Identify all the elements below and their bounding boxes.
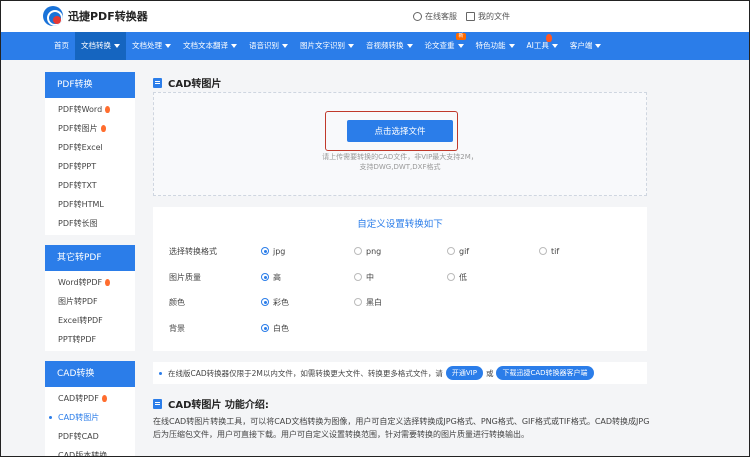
- sidebar-group-title: CAD转换: [45, 361, 135, 387]
- logo[interactable]: 迅捷PDF转换器: [43, 6, 148, 26]
- nav-ocr[interactable]: 图片文字识别: [294, 32, 360, 60]
- radio-color[interactable]: 彩色: [261, 295, 289, 309]
- sidebar-list: PDF转Word PDF转图片 PDF转Excel PDF转PPT PDF转TX…: [45, 98, 135, 235]
- radio-quality-high[interactable]: 高: [261, 270, 281, 284]
- radio-selected-icon: [261, 324, 269, 332]
- radio-jpg[interactable]: jpg: [261, 244, 285, 258]
- sidebar-list: CAD转PDF CAD转图片 PDF转CAD CAD版本转换: [45, 387, 135, 457]
- online-service-link[interactable]: 在线客服: [413, 11, 457, 22]
- quality-label: 图片质量: [169, 272, 201, 282]
- nav-doc-convert[interactable]: 文档转换: [75, 32, 126, 60]
- nav-translate[interactable]: 文档文本翻译: [177, 32, 243, 60]
- sidebar-item-ppt-to-pdf[interactable]: PPT转PDF: [45, 330, 135, 349]
- sidebar-item-pdf-to-txt[interactable]: PDF转TXT: [45, 176, 135, 195]
- radio-quality-medium[interactable]: 中: [354, 270, 374, 284]
- bullet-icon: [159, 371, 162, 375]
- new-badge: 新: [456, 33, 466, 40]
- radio-png[interactable]: png: [354, 244, 381, 258]
- radio-selected-icon: [261, 273, 269, 281]
- radio-bw[interactable]: 黑白: [354, 295, 382, 309]
- radio-bg-white[interactable]: 白色: [261, 321, 289, 335]
- my-files-link[interactable]: 我的文件: [466, 11, 510, 22]
- chevron-down-icon: [457, 44, 464, 48]
- settings-title: 自定义设置转换如下: [357, 219, 443, 230]
- sidebar-item-cad-to-image[interactable]: CAD转图片: [45, 408, 135, 427]
- chevron-down-icon: [348, 44, 354, 48]
- bg-label: 背景: [169, 323, 185, 333]
- fire-icon: [101, 395, 107, 402]
- sidebar-item-cad-to-pdf[interactable]: CAD转PDF: [45, 389, 135, 408]
- sidebar-item-pdf-to-cad[interactable]: PDF转CAD: [45, 427, 135, 446]
- radio-icon: [447, 247, 455, 255]
- sidebar-item-pdf-to-longimage[interactable]: PDF转长图: [45, 214, 135, 233]
- radio-icon: [539, 247, 547, 255]
- sidebar-list: Word转PDF 图片转PDF Excel转PDF PPT转PDF: [45, 271, 135, 351]
- chevron-down-icon: [282, 44, 288, 48]
- sidebar-item-pdf-to-word[interactable]: PDF转Word: [45, 100, 135, 119]
- select-file-button[interactable]: 点击选择文件: [347, 120, 453, 142]
- sidebar-item-pdf-to-html[interactable]: PDF转HTML: [45, 195, 135, 214]
- radio-gif[interactable]: gif: [447, 244, 469, 258]
- document-icon: [466, 12, 475, 21]
- nav-ai-tools[interactable]: AI工具: [521, 32, 564, 60]
- download-client-button[interactable]: 下载迅捷CAD转换器客户端: [496, 366, 594, 380]
- radio-selected-icon: [261, 298, 269, 306]
- sidebar-item-word-to-pdf[interactable]: Word转PDF: [45, 273, 135, 292]
- fire-icon: [100, 125, 106, 132]
- sidebar-item-image-to-pdf[interactable]: 图片转PDF: [45, 292, 135, 311]
- upload-hint: 请上传需要转换的CAD文件，非VIP最大支持2M， 支持DWG,DWT,DXF格…: [322, 153, 478, 171]
- sidebar-group-title: PDF转换: [45, 72, 135, 98]
- top-header: 迅捷PDF转换器 在线客服 我的文件: [0, 0, 750, 32]
- nav-client[interactable]: 客户端: [564, 32, 608, 60]
- sidebar-item-excel-to-pdf[interactable]: Excel转PDF: [45, 311, 135, 330]
- settings-panel: 自定义设置转换如下 选择转换格式 jpg png gif tif 图片质量 高 …: [153, 207, 647, 351]
- logo-text: 迅捷PDF转换器: [68, 10, 148, 23]
- nav-features[interactable]: 特色功能: [470, 32, 521, 60]
- chevron-down-icon: [165, 44, 171, 48]
- logo-icon: [43, 6, 63, 26]
- chevron-down-icon: [406, 44, 413, 48]
- radio-quality-low[interactable]: 低: [447, 270, 467, 284]
- sidebar-item-cad-version[interactable]: CAD版本转换: [45, 446, 135, 457]
- notice-bar: 在线版CAD转换器仅限于2M以内文件，如需转换更大文件、转换更多格式文件，请 开…: [153, 362, 647, 384]
- radio-selected-icon: [261, 247, 269, 255]
- radio-icon: [354, 247, 362, 255]
- color-label: 颜色: [169, 297, 185, 307]
- sidebar-group-title: 其它转PDF: [45, 245, 135, 271]
- radio-icon: [354, 273, 362, 281]
- radio-icon: [447, 273, 455, 281]
- sidebar-item-pdf-to-excel[interactable]: PDF转Excel: [45, 138, 135, 157]
- fire-icon: [545, 34, 552, 42]
- file-icon: [153, 77, 162, 88]
- chevron-down-icon: [551, 44, 558, 48]
- intro-title: CAD转图片 功能介绍:: [153, 396, 269, 411]
- info-icon: [153, 398, 162, 409]
- intro-text: 在线CAD转图片转换工具，可以将CAD文档转换为图像，用户可自定义选择转换成JP…: [153, 417, 650, 439]
- main-nav: 首页 文档转换 文档处理 文档文本翻译 语音识别 图片文字识别 音视频转换 论文…: [0, 32, 750, 60]
- nav-paper-check[interactable]: 论文查重新: [419, 32, 470, 60]
- nav-speech[interactable]: 语音识别: [243, 32, 294, 60]
- fire-icon: [105, 279, 111, 286]
- sidebar-item-pdf-to-ppt[interactable]: PDF转PPT: [45, 157, 135, 176]
- headset-icon: [413, 12, 422, 21]
- format-label: 选择转换格式: [169, 246, 217, 256]
- sidebar: PDF转换 PDF转Word PDF转图片 PDF转Excel PDF转PPT …: [45, 72, 135, 457]
- chevron-down-icon: [231, 44, 237, 48]
- radio-icon: [354, 298, 362, 306]
- chevron-down-icon: [508, 44, 515, 48]
- sidebar-item-pdf-to-image[interactable]: PDF转图片: [45, 119, 135, 138]
- page-title: CAD转图片: [153, 75, 221, 90]
- fire-icon: [105, 106, 111, 113]
- chevron-down-icon: [595, 44, 602, 48]
- nav-doc-process[interactable]: 文档处理: [126, 32, 177, 60]
- open-vip-button[interactable]: 开通VIP: [445, 366, 483, 380]
- nav-av-convert[interactable]: 音视频转换: [360, 32, 419, 60]
- nav-home[interactable]: 首页: [48, 32, 75, 60]
- radio-tif[interactable]: tif: [539, 244, 559, 258]
- chevron-down-icon: [114, 44, 120, 48]
